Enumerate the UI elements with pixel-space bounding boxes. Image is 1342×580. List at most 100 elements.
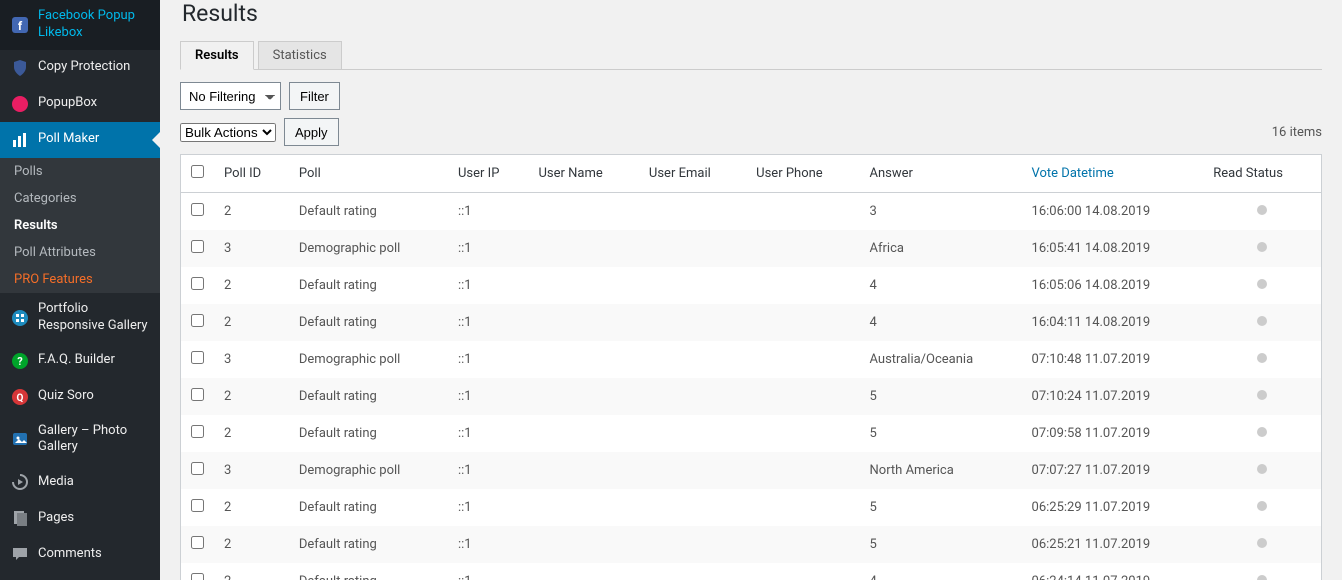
row-checkbox[interactable] (191, 240, 204, 253)
cell-poll-id: 3 (214, 341, 289, 378)
read-status-dot-icon (1257, 390, 1267, 400)
row-checkbox[interactable] (191, 277, 204, 290)
filter-toolbar: No Filtering Filter (180, 82, 1322, 110)
table-row: 3Demographic poll::1North America07:07:2… (181, 452, 1322, 489)
read-status-dot-icon (1257, 279, 1267, 289)
cell-poll-id: 2 (214, 415, 289, 452)
sidebar-item-label: Pages (38, 510, 74, 527)
cell-user-email (639, 452, 746, 489)
main-content: Results ResultsStatistics No Filtering F… (160, 0, 1342, 580)
page-title: Results (182, 0, 1322, 27)
table-row: 2Default rating::1506:25:29 11.07.2019 (181, 489, 1322, 526)
sidebar-item-label: Media (38, 474, 74, 491)
sidebar-item-gallery[interactable]: Gallery – Photo Gallery (0, 415, 160, 465)
filter-button[interactable]: Filter (289, 82, 340, 110)
cell-vote-datetime: 06:25:21 11.07.2019 (1022, 526, 1204, 563)
sidebar-item-label: Comments (38, 546, 102, 563)
row-checkbox[interactable] (191, 425, 204, 438)
items-count: 16 items (1272, 125, 1322, 140)
sidebar-item-popup[interactable]: PopupBox (0, 86, 160, 122)
sidebar-item-pages[interactable]: Pages (0, 500, 160, 536)
tab-results[interactable]: Results (180, 41, 254, 70)
sidebar-item-grid[interactable]: Portfolio Responsive Gallery (0, 293, 160, 343)
cell-user-phone (746, 378, 859, 415)
cell-answer: 5 (860, 489, 1022, 526)
col-user-ip[interactable]: User IP (448, 155, 528, 193)
sidebar-item-label: Portfolio Responsive Gallery (38, 301, 150, 335)
cell-vote-datetime: 07:09:58 11.07.2019 (1022, 415, 1204, 452)
sidebar-item-poll[interactable]: Poll Maker (0, 122, 160, 158)
submenu-item[interactable]: Categories (0, 185, 160, 212)
cell-user-phone (746, 304, 859, 341)
sidebar-item-quiz[interactable]: QQuiz Soro (0, 379, 160, 415)
row-checkbox[interactable] (191, 536, 204, 549)
table-row: 2Default rating::1416:05:06 14.08.2019 (181, 267, 1322, 304)
row-checkbox[interactable] (191, 462, 204, 475)
sidebar-item-shield[interactable]: Copy Protection (0, 50, 160, 86)
cell-user-email (639, 193, 746, 231)
cell-user-ip: ::1 (448, 304, 528, 341)
row-checkbox-cell (181, 563, 215, 580)
cell-vote-datetime: 07:10:48 11.07.2019 (1022, 341, 1204, 378)
cell-vote-datetime: 07:07:27 11.07.2019 (1022, 452, 1204, 489)
apply-button[interactable]: Apply (284, 118, 339, 146)
read-status-dot-icon (1257, 501, 1267, 511)
filter-select[interactable]: No Filtering (180, 82, 281, 110)
cell-user-ip: ::1 (448, 452, 528, 489)
cell-user-name (528, 415, 638, 452)
cell-poll: Demographic poll (289, 230, 448, 267)
cell-user-email (639, 267, 746, 304)
col-user-phone[interactable]: User Phone (746, 155, 859, 193)
row-checkbox[interactable] (191, 314, 204, 327)
cell-answer: 3 (860, 193, 1022, 231)
table-row: 2Default rating::1406:24:14 11.07.2019 (181, 563, 1322, 580)
col-poll-id[interactable]: Poll ID (214, 155, 289, 193)
col-user-email[interactable]: User Email (639, 155, 746, 193)
shield-icon (10, 58, 30, 78)
cell-read-status (1203, 230, 1321, 267)
submenu-item[interactable]: Polls (0, 158, 160, 185)
row-checkbox[interactable] (191, 499, 204, 512)
cell-vote-datetime: 16:05:06 14.08.2019 (1022, 267, 1204, 304)
row-checkbox[interactable] (191, 573, 204, 580)
bulk-actions-select[interactable]: Bulk Actions (180, 123, 276, 142)
tabs: ResultsStatistics (180, 41, 1322, 70)
cell-user-phone (746, 526, 859, 563)
cell-user-name (528, 230, 638, 267)
col-vote-datetime[interactable]: Vote Datetime (1022, 155, 1204, 193)
cell-poll-id: 2 (214, 489, 289, 526)
submenu-item[interactable]: Poll Attributes (0, 239, 160, 266)
table-row: 3Demographic poll::1Africa16:05:41 14.08… (181, 230, 1322, 267)
select-all-checkbox[interactable] (191, 165, 204, 178)
cell-vote-datetime: 06:24:14 11.07.2019 (1022, 563, 1204, 580)
sidebar-item-logs[interactable]: QSM Logs (0, 572, 160, 580)
cell-user-ip: ::1 (448, 563, 528, 580)
row-checkbox[interactable] (191, 351, 204, 364)
cell-vote-datetime: 16:06:00 14.08.2019 (1022, 193, 1204, 231)
cell-user-email (639, 378, 746, 415)
row-checkbox-cell (181, 341, 215, 378)
sidebar-item-facebook[interactable]: fFacebook Popup Likebox (0, 0, 160, 50)
col-read-status[interactable]: Read Status (1203, 155, 1321, 193)
row-checkbox[interactable] (191, 388, 204, 401)
cell-poll: Default rating (289, 193, 448, 231)
cell-read-status (1203, 526, 1321, 563)
col-user-name[interactable]: User Name (528, 155, 638, 193)
tab-statistics[interactable]: Statistics (258, 41, 342, 70)
submenu: PollsCategoriesResultsPoll AttributesPRO… (0, 158, 160, 293)
col-poll[interactable]: Poll (289, 155, 448, 193)
row-checkbox-cell (181, 230, 215, 267)
submenu-item[interactable]: PRO Features (0, 266, 160, 293)
sidebar-item-media[interactable]: Media (0, 464, 160, 500)
submenu-item[interactable]: Results (0, 212, 160, 239)
row-checkbox[interactable] (191, 203, 204, 216)
svg-text:?: ? (17, 355, 23, 368)
sidebar-item-label: Copy Protection (38, 59, 130, 76)
table-row: 2Default rating::1506:25:21 11.07.2019 (181, 526, 1322, 563)
col-answer[interactable]: Answer (860, 155, 1022, 193)
sidebar-item-help[interactable]: ?F.A.Q. Builder (0, 343, 160, 379)
cell-read-status (1203, 267, 1321, 304)
cell-user-phone (746, 415, 859, 452)
row-checkbox-cell (181, 452, 215, 489)
sidebar-item-comments[interactable]: Comments (0, 536, 160, 572)
